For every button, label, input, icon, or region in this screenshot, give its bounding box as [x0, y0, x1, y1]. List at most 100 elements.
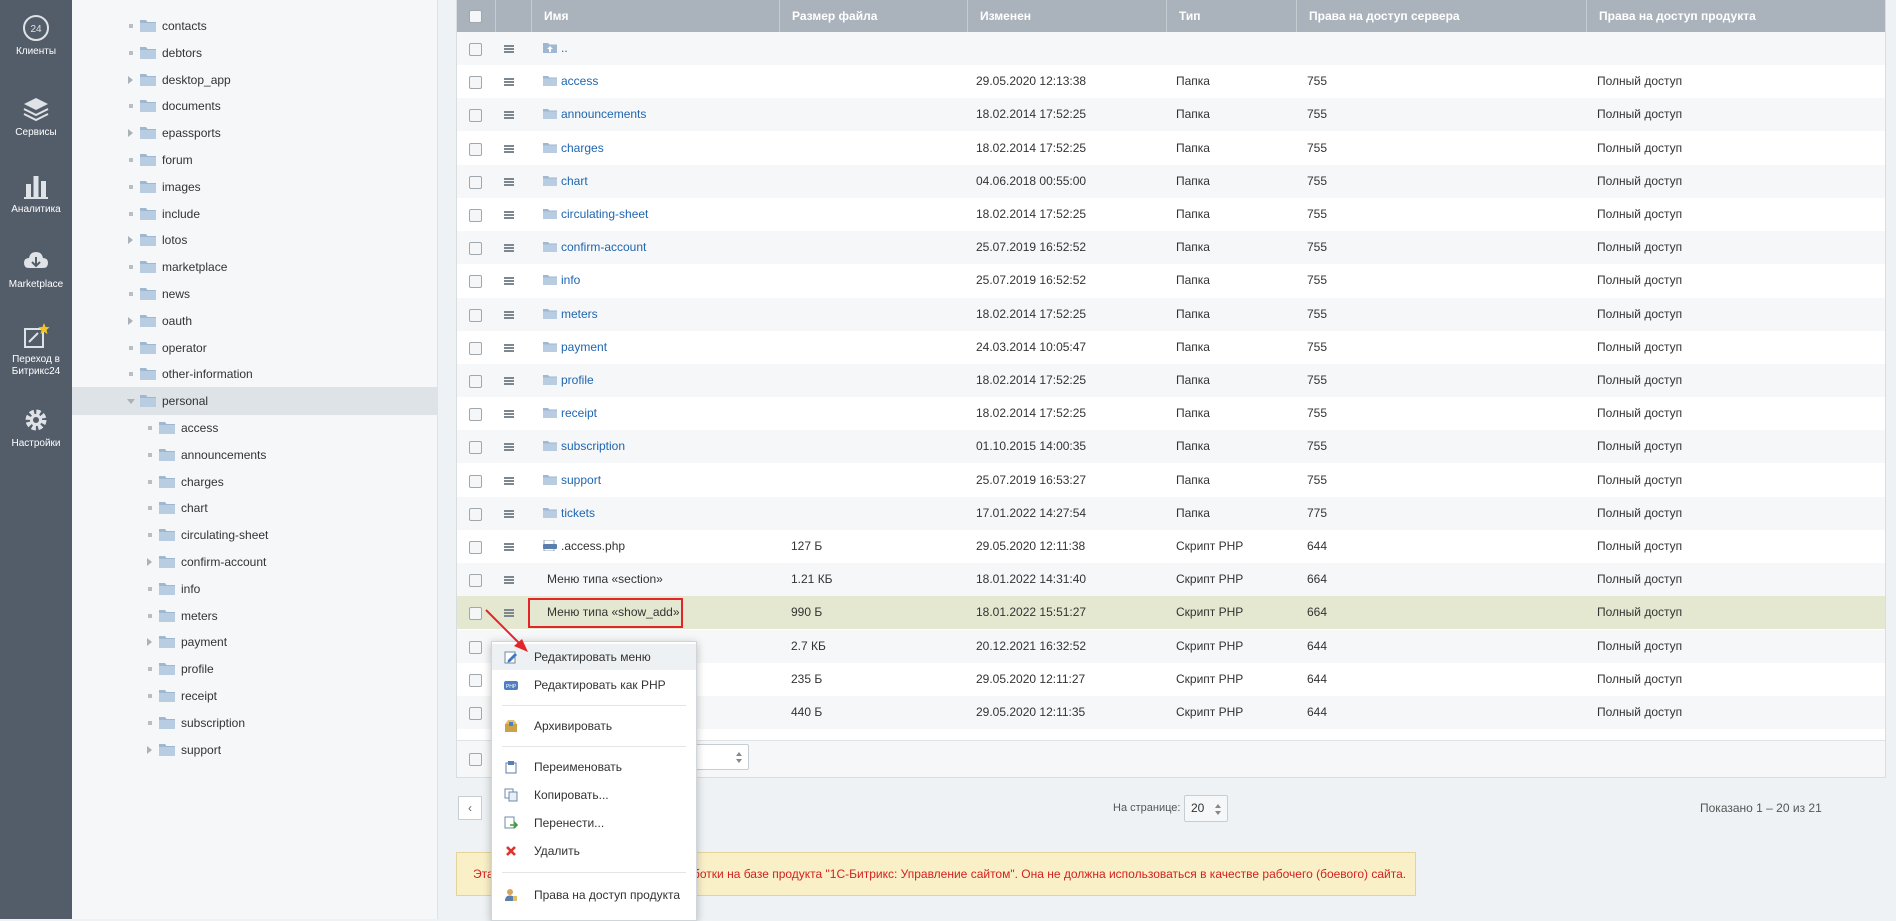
- cell-name[interactable]: subscription: [543, 430, 625, 463]
- table-row[interactable]: tickets 17.01.2022 14:27:54 Папка 775 Полный…: [457, 496, 1885, 530]
- cell-name-text[interactable]: support: [561, 473, 601, 487]
- row-menu-icon[interactable]: [504, 576, 514, 585]
- app-item-services[interactable]: Сервисы: [0, 95, 72, 139]
- cell-name-text[interactable]: access: [561, 74, 598, 88]
- cell-name[interactable]: .access.php: [543, 530, 625, 563]
- table-row[interactable]: info 25.07.2019 16:52:52 Папка 755 Полный до…: [457, 264, 1885, 297]
- tree-item[interactable]: other-information: [72, 360, 437, 388]
- row-checkbox[interactable]: [469, 76, 482, 90]
- menu-item-copy[interactable]: Копировать...: [492, 782, 696, 808]
- table-row[interactable]: payment 24.03.2014 10:05:47 Папка 755 Полный…: [457, 331, 1885, 364]
- app-item-analytics[interactable]: Аналитика: [0, 172, 72, 216]
- row-checkbox[interactable]: [469, 408, 482, 422]
- app-item-settings[interactable]: Настройки: [0, 406, 72, 450]
- table-row[interactable]: .access.php 127 Б 29.05.2020 12:11:38 Скрип…: [457, 530, 1885, 563]
- cell-name-text[interactable]: circulating-sheet: [561, 207, 648, 221]
- row-menu-icon[interactable]: [504, 310, 514, 319]
- app-item-bitrix24[interactable]: Переход в Битрикс24: [0, 322, 72, 378]
- cell-name-text[interactable]: Меню типа «section»: [547, 572, 663, 586]
- cell-name-text[interactable]: .access.php: [561, 539, 625, 553]
- cell-name[interactable]: chart: [543, 165, 588, 198]
- table-row[interactable]: Меню типа «section» 1.21 КБ 18.01.2022 14:…: [457, 563, 1885, 597]
- cell-name-text[interactable]: meters: [561, 307, 598, 321]
- tree-expand-arrow-icon[interactable]: [147, 638, 152, 647]
- row-checkbox[interactable]: [469, 242, 482, 256]
- tree-item[interactable]: marketplace: [72, 253, 437, 281]
- tree-item[interactable]: meters: [72, 602, 437, 630]
- tree-item[interactable]: announcements: [72, 441, 437, 469]
- table-row[interactable]: ..: [457, 32, 1885, 65]
- cell-name-text[interactable]: announcements: [561, 107, 646, 121]
- row-menu-icon[interactable]: [504, 343, 514, 352]
- cell-name[interactable]: tickets: [543, 497, 595, 530]
- tree-item[interactable]: charges: [72, 468, 437, 496]
- tree-item[interactable]: subscription: [72, 709, 437, 737]
- menu-item-rename[interactable]: Переименовать: [492, 754, 696, 780]
- row-checkbox[interactable]: [469, 43, 482, 56]
- tree-item[interactable]: circulating-sheet: [72, 521, 437, 549]
- row-menu-icon[interactable]: [504, 377, 514, 385]
- tree-item[interactable]: personal: [72, 387, 437, 416]
- table-row[interactable]: chart 04.06.2018 00:55:00 Папка 755 Полный д…: [457, 164, 1885, 198]
- tree-item[interactable]: info: [72, 575, 437, 603]
- cell-name-text[interactable]: charges: [561, 141, 604, 155]
- table-row[interactable]: circulating-sheet 18.02.2014 17:52:25 Папк…: [457, 198, 1885, 231]
- tree-item[interactable]: support: [72, 736, 437, 764]
- row-checkbox[interactable]: [469, 507, 482, 521]
- row-checkbox[interactable]: [469, 707, 482, 720]
- cell-name-text[interactable]: subscription: [561, 439, 625, 453]
- cell-name[interactable]: Меню типа «section»: [547, 563, 663, 596]
- cell-name[interactable]: confirm-account: [543, 231, 646, 264]
- row-menu-icon[interactable]: [504, 45, 514, 53]
- header-server-rights[interactable]: Права на доступ сервера: [1296, 0, 1586, 32]
- cell-name-text[interactable]: payment: [561, 340, 607, 354]
- row-checkbox[interactable]: [469, 308, 482, 322]
- cell-name[interactable]: announcements: [543, 98, 646, 131]
- row-checkbox[interactable]: [469, 341, 482, 355]
- cell-name[interactable]: info: [543, 264, 580, 297]
- header-size[interactable]: Размер файла: [779, 0, 967, 32]
- tree-item[interactable]: confirm-account: [72, 548, 437, 576]
- cell-name[interactable]: payment: [543, 331, 607, 364]
- tree-collapse-arrow-icon[interactable]: [127, 399, 135, 405]
- row-menu-icon[interactable]: [504, 244, 514, 253]
- header-modified[interactable]: Изменен: [967, 0, 1166, 32]
- cell-name[interactable]: profile: [543, 364, 594, 397]
- tree-item[interactable]: profile: [72, 655, 437, 683]
- cell-name-text[interactable]: ..: [561, 41, 568, 55]
- tree-item[interactable]: operator: [72, 334, 437, 362]
- pager-prev-button[interactable]: ‹: [458, 796, 482, 820]
- cell-name[interactable]: charges: [543, 132, 604, 165]
- row-menu-icon[interactable]: [504, 543, 514, 551]
- cell-name[interactable]: ..: [543, 32, 568, 65]
- cell-name[interactable]: support: [543, 464, 601, 497]
- cell-name[interactable]: access: [543, 65, 598, 98]
- table-row[interactable]: charges 18.02.2014 17:52:25 Папка 755 Полный…: [457, 132, 1885, 165]
- table-row[interactable]: receipt 18.02.2014 17:52:25 Папка 755 Полный…: [457, 397, 1885, 430]
- table-row[interactable]: subscription 01.10.2015 14:00:35 Папка 755 П…: [457, 430, 1885, 464]
- tree-item[interactable]: chart: [72, 494, 437, 522]
- tree-item[interactable]: images: [72, 173, 437, 201]
- tree-expand-arrow-icon[interactable]: [147, 558, 152, 566]
- tree-expand-arrow-icon[interactable]: [128, 236, 133, 245]
- row-menu-icon[interactable]: [504, 277, 514, 286]
- row-menu-icon[interactable]: [504, 509, 514, 518]
- table-row[interactable]: confirm-account 25.07.2019 16:52:52 Папка 7…: [457, 231, 1885, 265]
- tree-item[interactable]: include: [72, 200, 437, 228]
- table-row[interactable]: profile 18.02.2014 17:52:25 Папка 755 Полный…: [457, 364, 1885, 397]
- tree-item[interactable]: debtors: [72, 39, 437, 67]
- tree-expand-arrow-icon[interactable]: [128, 129, 133, 138]
- row-checkbox[interactable]: [469, 673, 482, 687]
- cell-name-text[interactable]: chart: [561, 174, 588, 188]
- tree-item[interactable]: lotos: [72, 226, 437, 254]
- row-menu-icon[interactable]: [504, 177, 514, 186]
- tree-item[interactable]: payment: [72, 628, 437, 656]
- tree-item[interactable]: contacts: [72, 12, 437, 40]
- menu-item-move[interactable]: Перенести...: [492, 810, 696, 836]
- table-row[interactable]: access 29.05.2020 12:13:38 Папка 755 Полный …: [457, 65, 1885, 98]
- tree-expand-arrow-icon[interactable]: [128, 75, 133, 84]
- header-type[interactable]: Тип: [1166, 0, 1296, 32]
- cell-name-text[interactable]: confirm-account: [561, 240, 646, 254]
- row-menu-icon[interactable]: [504, 410, 514, 419]
- tree-expand-arrow-icon[interactable]: [128, 316, 133, 325]
